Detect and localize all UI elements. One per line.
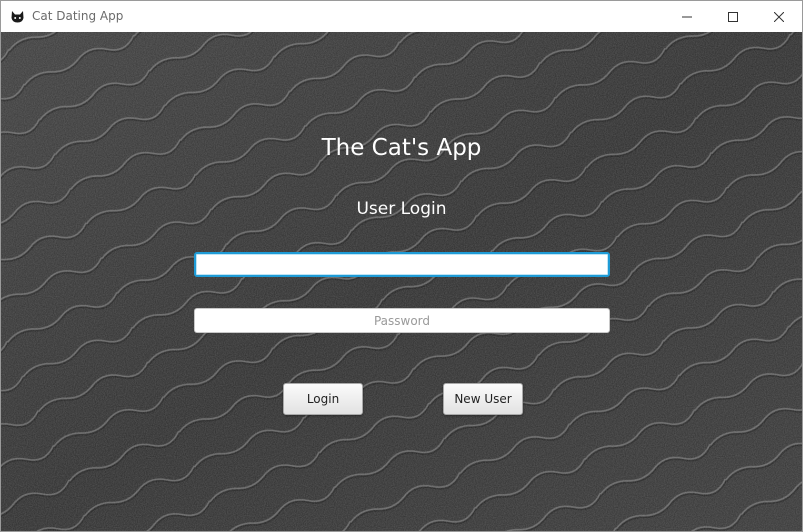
login-subtitle: User Login [356, 199, 447, 219]
password-input[interactable] [194, 308, 610, 333]
window-title: Cat Dating App [32, 9, 124, 23]
app-title: The Cat's App [321, 135, 482, 161]
login-button[interactable]: Login [283, 383, 363, 415]
maximize-icon [728, 11, 738, 22]
minimize-icon [682, 12, 692, 22]
maximize-button[interactable] [710, 1, 756, 32]
login-panel: The Cat's App User Login Login New User [1, 32, 802, 531]
close-button[interactable] [756, 1, 802, 32]
sand-background [1, 32, 802, 531]
cat-icon [10, 9, 25, 24]
username-input[interactable] [194, 252, 610, 277]
minimize-button[interactable] [664, 1, 710, 32]
close-icon [774, 11, 784, 22]
app-window: Cat Dating App The Cat's App User Login … [0, 0, 803, 532]
title-bar[interactable]: Cat Dating App [1, 1, 802, 32]
new-user-button[interactable]: New User [443, 383, 523, 415]
